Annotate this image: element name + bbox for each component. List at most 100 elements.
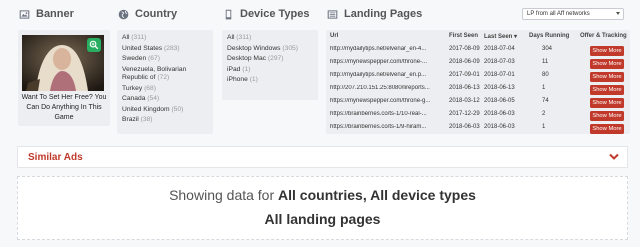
url-cell[interactable]: https://brainberries.co/ts-1/9-hiram... [330, 124, 445, 130]
show-more-button[interactable]: Show More [590, 111, 624, 121]
similar-ads-toggle[interactable]: Similar Ads [17, 146, 628, 168]
country-item-brazil[interactable]: Brazil (38) [122, 115, 213, 126]
device-item-desktop-windows[interactable]: Desktop Windows (305) [227, 44, 318, 55]
summary-filters: Showing data for All countries, All devi… [18, 187, 627, 203]
country-item-label: United Kingdom [122, 105, 170, 113]
device-item-count: (1) [249, 76, 258, 83]
show-more-button[interactable]: Show More [590, 124, 624, 134]
device-item-all[interactable]: All (311) [227, 33, 318, 44]
device-item-desktop-mac[interactable]: Desktop Mac (297) [227, 54, 318, 65]
device-item-count: (297) [267, 55, 284, 62]
chevron-down-icon [609, 153, 619, 160]
globe-icon [117, 8, 129, 20]
device-item-count: (1) [242, 65, 251, 73]
days-running-cell: 1 [542, 124, 546, 130]
country-item-count: (50) [171, 105, 184, 113]
country-item-label: Sweden [122, 55, 147, 62]
country-item-sweden[interactable]: Sweden (67) [122, 54, 213, 65]
first-seen-cell: 2017-09-01 [449, 72, 480, 78]
summary-landing: All landing pages [264, 211, 381, 227]
similar-ads-title: Similar Ads [28, 151, 83, 163]
last-seen-cell: 2018-07-03 [484, 59, 515, 65]
country-item-count: (68) [144, 84, 156, 92]
banner-title: Banner [36, 8, 74, 20]
table-row: http://mydailytips.net/elvenar_en.p... 20… [326, 70, 630, 82]
country-item-venezuela[interactable]: Venezuela, Bolivarian Republic of (72) [122, 65, 213, 84]
url-cell[interactable]: https://mynewspepper.com/throne-g... [330, 98, 445, 104]
summary-prefix: Showing data for [169, 187, 279, 203]
table-row: http://mydailytips.net/elvenar_en-4... 20… [326, 44, 630, 56]
banner-ad-text: Want To Set Her Free? You Can Do Anythin… [21, 94, 107, 122]
country-list: All (311) United States (283) Sweden (67… [117, 30, 213, 134]
country-item-count: (67) [148, 55, 160, 62]
last-seen-cell: 2018-06-05 [484, 98, 515, 104]
last-seen-cell: 2018-07-04 [484, 46, 515, 52]
device-item-count: (311) [236, 34, 252, 41]
network-select[interactable]: LP from all Aff networks [522, 8, 624, 20]
banner-column: Banner Want To Set Her Free? You Can Do … [18, 0, 110, 126]
table-row: https://mynewspepper.com/throne-g... 2018… [326, 96, 630, 108]
network-select-value: LP from all Aff networks [527, 11, 590, 17]
country-item-label: Turkey [122, 84, 143, 92]
country-item-count: (38) [140, 116, 153, 123]
url-cell[interactable]: http://mydailytips.net/elvenar_en-4... [330, 46, 445, 52]
banner-header: Banner [18, 0, 110, 28]
table-row: https://brainberries.co/ts-1/9-hiram... 2… [326, 122, 630, 134]
country-item-label: All [122, 34, 130, 41]
days-running-cell: 1 [542, 85, 546, 91]
last-seen-cell: 2018-06-13 [484, 85, 515, 91]
show-more-button[interactable]: Show More [590, 46, 624, 56]
show-more-button[interactable]: Show More [590, 59, 624, 69]
banner-card[interactable]: Want To Set Her Free? You Can Do Anythin… [18, 30, 110, 126]
header-url[interactable]: Url [330, 33, 338, 39]
show-more-button[interactable]: Show More [590, 72, 624, 82]
last-seen-cell: 2018-06-03 [484, 111, 515, 117]
days-running-cell: 304 [542, 46, 553, 52]
header-last-seen[interactable]: Last Seen ▾ [484, 33, 517, 40]
url-cell[interactable]: http://207.210.151.25:8080/lireports... [330, 85, 445, 91]
country-item-united-kingdom[interactable]: United Kingdom (50) [122, 105, 213, 116]
days-running-cell: 2 [542, 111, 546, 117]
device-title: Device Types [240, 8, 310, 20]
country-title: Country [135, 8, 178, 20]
country-item-canada[interactable]: Canada (54) [122, 94, 213, 105]
device-column: Device Types All (311) Desktop Windows (… [222, 0, 318, 100]
country-item-all[interactable]: All (311) [122, 33, 213, 44]
days-running-cell: 74 [542, 98, 549, 104]
caret-down-icon [616, 12, 620, 15]
last-seen-cell: 2018-06-03 [484, 124, 515, 130]
device-item-label: Desktop Mac [227, 55, 267, 62]
country-item-united-states[interactable]: United States (283) [122, 44, 213, 55]
country-item-count: (72) [157, 74, 170, 81]
device-list: All (311) Desktop Windows (305) Desktop … [222, 30, 318, 100]
show-more-button[interactable]: Show More [590, 85, 624, 95]
country-item-label: Venezuela, Bolivarian Republic of [122, 65, 187, 82]
first-seen-cell: 2018-06-03 [449, 124, 480, 130]
header-first-seen[interactable]: First Seen [449, 33, 478, 39]
landing-title: Landing Pages [344, 8, 423, 20]
table-row: http://207.210.151.25:8080/lireports... 2… [326, 83, 630, 95]
url-cell[interactable]: https://brainberries.co/ts-1/10-real-... [330, 111, 445, 117]
device-item-label: iPhone [227, 76, 248, 83]
days-running-cell: 80 [542, 72, 549, 78]
device-item-ipad[interactable]: iPad (1) [227, 65, 318, 76]
banner-ad-image[interactable] [22, 35, 104, 91]
url-cell[interactable]: https://mynewspepper.com/throne-... [330, 59, 445, 65]
country-header: Country [117, 0, 213, 28]
country-item-label: United States [122, 44, 163, 52]
first-seen-cell: 2017-12-29 [449, 111, 480, 117]
last-seen-cell: 2018-07-01 [484, 72, 515, 78]
landing-pages-column: Landing Pages LP from all Aff networks U… [326, 0, 630, 134]
device-item-label: Desktop Windows [227, 44, 281, 52]
country-item-count: (54) [147, 95, 160, 102]
list-icon [326, 8, 338, 20]
device-item-label: All [227, 34, 235, 41]
url-cell[interactable]: http://mydailytips.net/elvenar_en.p... [330, 72, 445, 78]
country-column: Country All (311) United States (283) Sw… [117, 0, 213, 134]
show-more-button[interactable]: Show More [590, 98, 624, 108]
zoom-button[interactable] [87, 38, 101, 52]
device-item-count: (305) [282, 44, 299, 52]
header-days-running[interactable]: Days Running [529, 33, 569, 39]
device-item-iphone[interactable]: iPhone (1) [227, 75, 318, 86]
country-item-turkey[interactable]: Turkey (68) [122, 84, 213, 95]
